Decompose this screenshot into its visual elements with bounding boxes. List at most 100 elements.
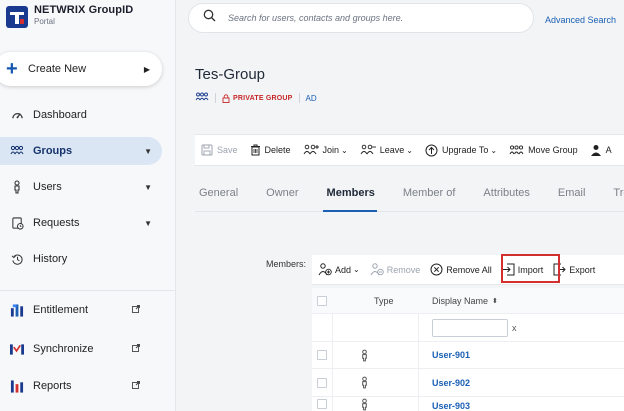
row-checkbox[interactable]: [317, 350, 327, 360]
user-link[interactable]: User-903: [432, 397, 470, 411]
private-group-badge: PRIVATE GROUP: [222, 93, 293, 103]
tab-member-of[interactable]: Member of: [399, 184, 458, 212]
sidebar-item-reports[interactable]: Reports: [0, 372, 162, 400]
upgrade-icon: [425, 144, 438, 156]
chevron-down-icon: ⌄: [353, 265, 360, 274]
search-bar[interactable]: [188, 3, 534, 33]
more-actions-label: A: [605, 145, 612, 155]
trash-icon: [250, 144, 260, 156]
remove-all-button[interactable]: Remove All: [430, 263, 492, 276]
column-header-display-name[interactable]: Display Name ⬍: [432, 288, 498, 313]
external-link-icon: [132, 343, 140, 355]
user-type-icon: [360, 397, 369, 411]
display-name-filter-cell: x: [432, 314, 517, 341]
external-link-icon: [132, 380, 140, 392]
search-input[interactable]: [228, 13, 518, 23]
leave-button[interactable]: Leave ⌄: [360, 144, 413, 156]
plus-icon: +: [6, 58, 18, 80]
caret-down-icon: ▼: [144, 146, 152, 156]
display-name-header-label: Display Name: [432, 295, 489, 306]
delete-label: Delete: [264, 145, 291, 155]
tab-attributes[interactable]: Attributes: [479, 184, 531, 212]
user-type-icon: [360, 369, 369, 396]
add-member-button[interactable]: Add ⌄: [318, 263, 360, 276]
sidebar-item-label: Dashboard: [33, 109, 87, 121]
sidebar-item-label: Users: [33, 181, 62, 193]
caret-right-icon: ▶: [143, 64, 150, 74]
select-all-checkbox[interactable]: [317, 295, 327, 306]
move-group-icon: [509, 144, 524, 154]
tab-members[interactable]: Members: [322, 184, 377, 212]
user-link[interactable]: User-902: [432, 369, 470, 396]
move-group-button[interactable]: Move Group: [509, 144, 578, 156]
more-actions-button[interactable]: A: [590, 144, 612, 156]
sidebar-item-requests[interactable]: Requests ▼: [0, 209, 162, 237]
brand: NETWRIX GroupID Portal: [6, 4, 133, 34]
group-meta: PRIVATE GROUP AD: [195, 92, 317, 104]
row-checkbox[interactable]: [317, 377, 327, 388]
person-icon: [590, 145, 601, 156]
user-name[interactable]: User-902: [432, 378, 470, 388]
table-row[interactable]: User-903: [312, 397, 624, 411]
lock-icon: [222, 93, 230, 103]
brand-title: NETWRIX GroupID: [34, 4, 134, 16]
select-all-cell: [317, 288, 327, 313]
create-new-label: Create New: [28, 63, 87, 75]
save-icon: [201, 144, 213, 156]
user-link[interactable]: User-901: [432, 342, 470, 368]
chevron-down-icon: ⌄: [406, 145, 413, 155]
clear-filter-icon[interactable]: x: [512, 323, 517, 333]
groups-icon: [195, 92, 209, 104]
table-row[interactable]: User-901: [312, 342, 624, 369]
groups-icon: [10, 144, 24, 158]
search-icon: [203, 9, 216, 27]
delete-button[interactable]: Delete: [250, 144, 291, 156]
display-name-filter-input[interactable]: [432, 318, 508, 337]
join-label: Join: [322, 145, 340, 155]
table-row[interactable]: User-902: [312, 369, 624, 397]
remove-all-label: Remove All: [446, 264, 492, 275]
join-button[interactable]: Join ⌄: [303, 144, 348, 156]
caret-down-icon: ▼: [144, 182, 152, 192]
meta-separator: [298, 93, 300, 103]
sidebar-item-history[interactable]: History: [0, 245, 162, 273]
grid-header-row: Type Display Name ⬍: [312, 288, 624, 314]
page-title: Tes-Group: [195, 66, 266, 83]
meta-separator: [215, 93, 216, 103]
user-name[interactable]: User-903: [432, 401, 470, 411]
tab-tree-view[interactable]: Tree Vie: [609, 184, 624, 212]
sidebar-item-users[interactable]: Users ▼: [0, 173, 162, 201]
advanced-search-link[interactable]: Advanced Search: [545, 15, 616, 25]
tab-general[interactable]: General: [195, 184, 240, 212]
save-button[interactable]: Save: [201, 144, 238, 156]
user-type-icon: [360, 342, 369, 368]
grid-filter-row: x: [312, 314, 624, 342]
sidebar-item-label: Synchronize: [33, 343, 94, 355]
sidebar-item-synchronize[interactable]: Synchronize: [0, 335, 162, 363]
import-highlight-box: [501, 254, 560, 283]
tab-owner[interactable]: Owner: [262, 184, 300, 212]
upgrade-to-label: Upgrade To: [441, 145, 489, 155]
requests-icon: [10, 216, 24, 230]
private-group-label: PRIVATE GROUP: [233, 94, 293, 102]
synchronize-icon: [10, 342, 24, 356]
leave-label: Leave: [379, 145, 405, 155]
tab-email[interactable]: Email: [554, 184, 588, 212]
sidebar-item-dashboard[interactable]: Dashboard: [0, 101, 162, 129]
caret-down-icon: ▼: [144, 218, 152, 228]
upgrade-to-button[interactable]: Upgrade To ⌄: [425, 144, 497, 157]
tab-bar: General Owner Members Member of Attribut…: [195, 184, 624, 212]
members-label: Members:: [266, 259, 307, 269]
entitlement-icon: [10, 303, 24, 317]
sidebar-item-entitlement[interactable]: Entitlement: [0, 296, 162, 324]
export-label: Export: [569, 264, 596, 275]
user-name[interactable]: User-901: [432, 350, 470, 360]
row-checkbox[interactable]: [317, 399, 327, 409]
column-header-type[interactable]: Type: [374, 288, 394, 313]
sort-icon: ⬍: [492, 297, 498, 305]
sidebar-divider: [0, 290, 176, 291]
sidebar-item-groups[interactable]: Groups ▼: [0, 137, 162, 165]
create-new-button[interactable]: + Create New ▶: [0, 52, 162, 86]
save-label: Save: [217, 145, 238, 155]
remove-member-button[interactable]: Remove: [370, 263, 420, 276]
